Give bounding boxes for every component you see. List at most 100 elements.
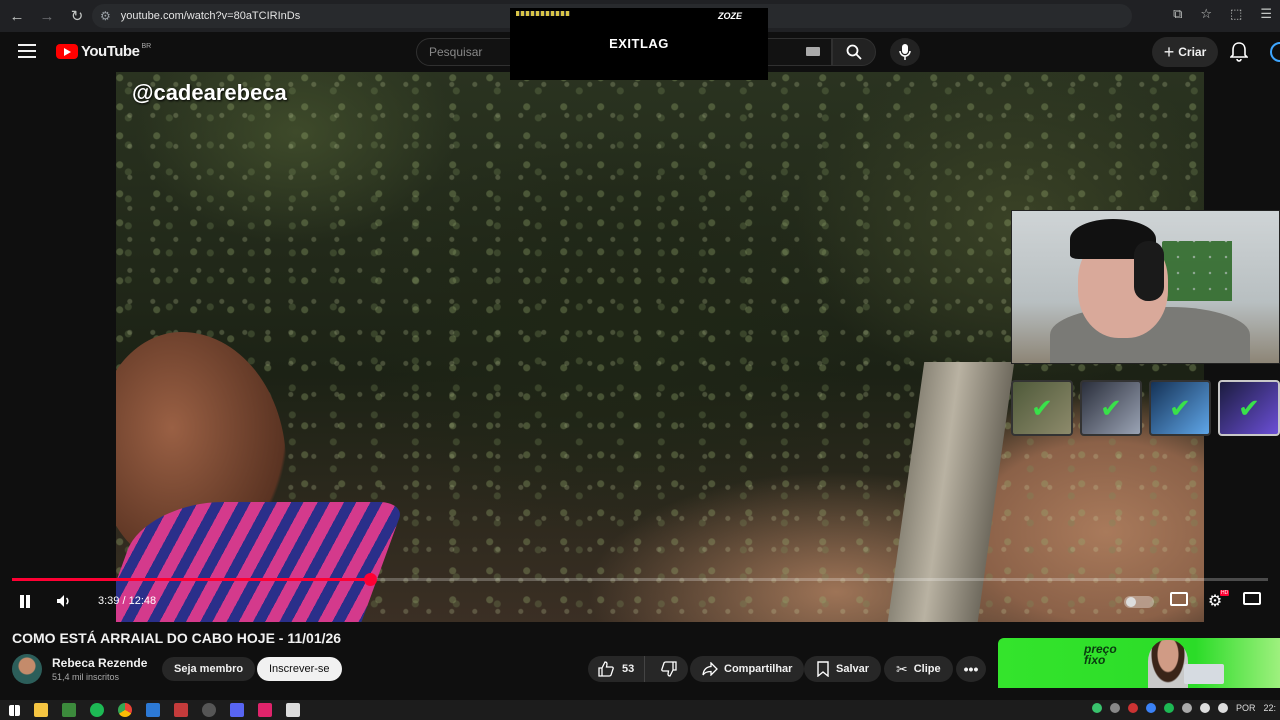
subscribe-button[interactable]: Inscrever-se [257,657,342,681]
taskbar-app-icon[interactable] [174,703,188,717]
checkmark-icon: ✔ [1100,392,1122,423]
clip-button[interactable]: ✂ Clipe [884,656,953,682]
autoplay-toggle[interactable] [1124,596,1154,608]
ad-promo-text: preço fixo [1084,643,1117,667]
subtitles-icon[interactable] [1170,592,1188,606]
forward-icon[interactable]: → [34,3,60,29]
chrome-icon[interactable] [118,703,132,717]
youtube-logo[interactable]: YouTube BR [56,43,151,60]
windows-start-icon[interactable] [9,704,20,716]
voice-search-button[interactable] [890,38,920,66]
menu-icon[interactable] [18,44,36,58]
pause-icon[interactable] [18,592,32,610]
spotify-icon[interactable] [90,703,104,717]
taskbar-app-icon[interactable] [202,703,216,717]
search-placeholder: Pesquisar [429,45,483,59]
more-actions-button[interactable]: ••• [956,656,986,682]
subscriber-count: 51,4 mil inscritos [52,672,120,682]
taskbar-app-icon[interactable] [146,703,160,717]
sponsor-tag: ZOZE [718,11,742,21]
search-button[interactable] [832,38,876,66]
channel-avatar[interactable] [12,654,42,684]
channel-name[interactable]: Rebeca Rezende [52,656,147,670]
taskbar-app-icon[interactable] [62,703,76,717]
like-count: 53 [622,663,635,675]
url-text: youtube.com/watch?v=80aTCIRInDs [120,10,301,22]
keyboard-icon[interactable] [806,47,820,56]
ad-laptop-image [1184,664,1224,684]
scissors-icon: ✂ [896,660,908,677]
stream-achievement-row: ✔ ✔ ✔ ✔ [1011,380,1280,436]
theater-mode-icon[interactable] [1243,592,1261,605]
notifications-bell-icon[interactable] [1229,42,1249,67]
clock[interactable]: 22: [1263,703,1276,713]
like-dislike-group: 53 [588,656,688,682]
speaker-icon[interactable] [1217,703,1228,713]
share-icon [702,662,718,676]
dislike-button[interactable] [651,656,687,682]
webcam-headphone [1134,241,1164,301]
sidebar-ad-banner[interactable]: preço fixo [998,638,1280,688]
back-icon[interactable]: ← [4,3,30,29]
sponsor-stripe [516,11,570,16]
file-explorer-icon[interactable] [34,703,48,717]
taskbar-app-icon[interactable] [258,703,272,717]
logo-text: YouTube [81,43,140,60]
ad-under-strip [998,688,1280,700]
progress-played [12,578,370,581]
time-display: 3:39 / 12:48 [98,595,157,607]
more-icon: ••• [963,661,979,677]
tray-icon[interactable] [1109,703,1120,713]
create-button[interactable]: + Criar [1152,37,1218,67]
discord-icon[interactable] [230,703,244,717]
join-button[interactable]: Seja membro [162,657,256,681]
thumbs-down-icon [661,661,677,677]
site-settings-icon[interactable]: ⚙ [100,9,111,23]
share-button[interactable]: Compartilhar [690,656,805,682]
ad-line-2: fixo [1084,653,1106,667]
save-label: Salvar [836,663,870,675]
system-tray: POR 22: [1091,703,1276,713]
ad-person-image [1148,640,1188,688]
share-label: Compartilhar [724,663,793,675]
region-code: BR [141,43,152,50]
tray-icon[interactable] [1127,703,1138,713]
install-app-icon[interactable]: ⧉ [1173,6,1182,22]
tray-icon[interactable] [1181,703,1192,713]
windows-taskbar: POR 22: [0,700,1280,720]
tray-icon[interactable] [1163,703,1174,713]
taskbar-app-icon[interactable] [286,703,300,717]
extensions-icon[interactable]: ⬚ [1230,6,1242,22]
tray-icon[interactable] [1091,703,1102,713]
wifi-icon[interactable] [1199,703,1210,713]
reload-icon[interactable]: ↻ [64,3,90,29]
language-indicator[interactable]: POR [1236,703,1256,713]
progress-bar[interactable] [12,573,1268,586]
create-label: Criar [1178,45,1207,59]
account-avatar[interactable] [1270,42,1280,62]
mic-icon [899,44,911,60]
reading-list-icon[interactable]: ☰ [1260,6,1272,22]
save-button[interactable]: Salvar [804,656,882,682]
plus-icon: + [1163,41,1175,62]
checkmark-icon: ✔ [1169,392,1191,423]
achievement-thumb: ✔ [1149,380,1211,436]
tray-icon[interactable] [1145,703,1156,713]
clip-label: Clipe [913,663,941,675]
checkmark-icon: ✔ [1031,392,1053,423]
hd-badge: HD [1220,590,1230,596]
video-title: COMO ESTÁ ARRAIAL DO CABO HOJE - 11/01/2… [12,630,342,646]
achievement-thumb: ✔ [1011,380,1073,436]
player-controls: 3:39 / 12:48 ⚙ HD [0,588,1280,616]
like-button[interactable]: 53 [588,656,646,682]
search-icon [846,44,862,60]
progress-scrubber[interactable] [364,573,377,586]
thumbs-up-icon [598,661,614,677]
video-watermark: @cadearebeca [132,80,287,105]
bookmark-star-icon[interactable]: ☆ [1200,6,1212,22]
volume-icon[interactable] [55,592,73,610]
youtube-play-icon [56,44,78,59]
streamer-webcam [1011,210,1280,364]
achievement-thumb: ✔ [1080,380,1142,436]
sponsor-brand: EXITLAG [609,36,669,51]
